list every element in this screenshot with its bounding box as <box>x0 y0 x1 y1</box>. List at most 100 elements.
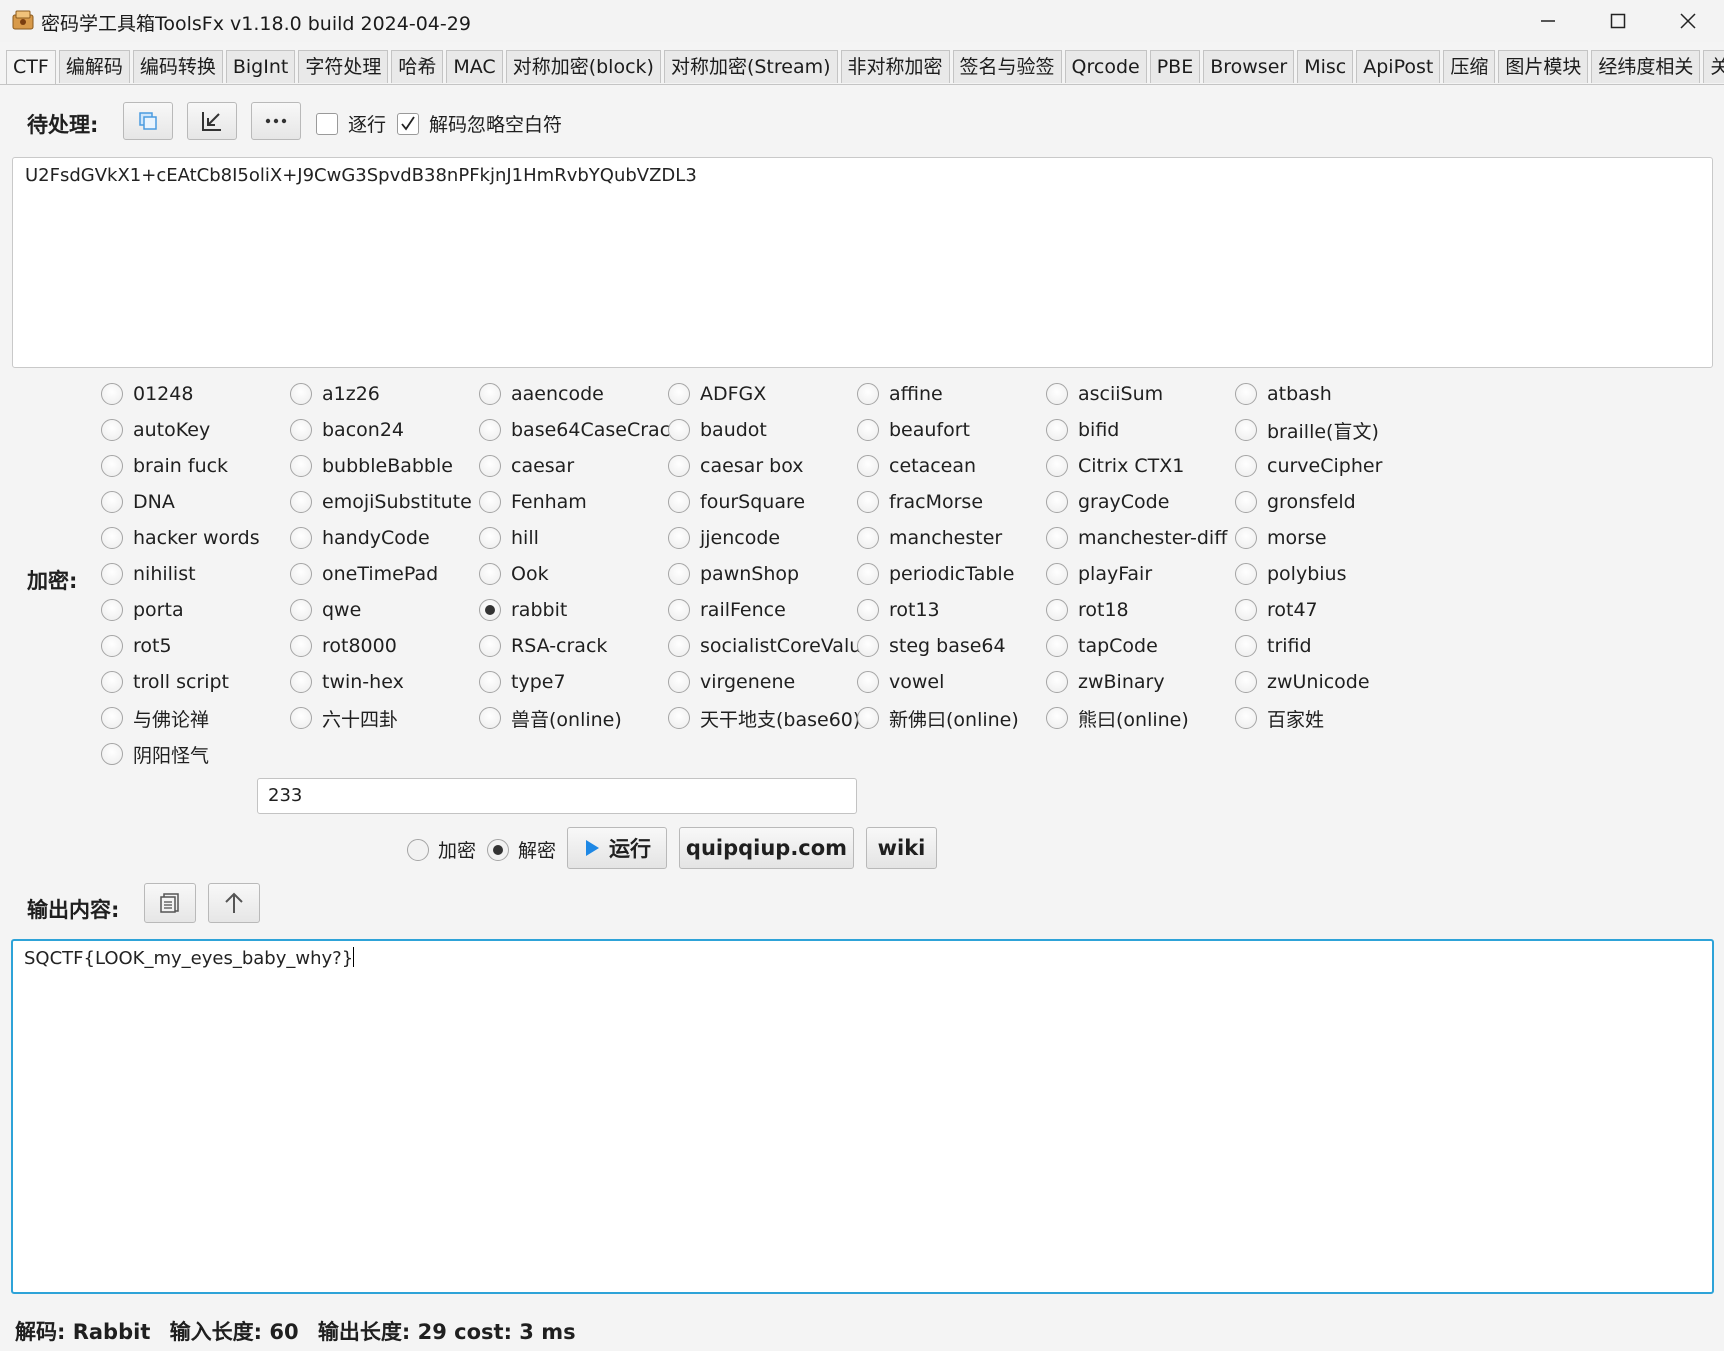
cipher-option[interactable]: steg base64 <box>857 628 1046 664</box>
cipher-option[interactable]: 01248 <box>101 376 290 412</box>
encrypt-radio[interactable]: 加密 <box>407 836 476 863</box>
cipher-option[interactable]: Citrix CTX1 <box>1046 448 1235 484</box>
close-button[interactable] <box>1653 0 1723 42</box>
cipher-option[interactable]: troll script <box>101 664 290 700</box>
cipher-option[interactable]: 天干地支(base60) <box>668 700 860 736</box>
cipher-option[interactable]: periodicTable <box>857 556 1046 592</box>
cipher-option[interactable]: hill <box>479 520 668 556</box>
more-button[interactable] <box>251 102 301 140</box>
tab-item[interactable]: 经纬度相关 <box>1591 50 1701 83</box>
cipher-option[interactable]: rot13 <box>857 592 1046 628</box>
cipher-option[interactable]: DNA <box>101 484 290 520</box>
cipher-option[interactable]: 熊曰(online) <box>1046 700 1235 736</box>
output-textarea[interactable]: SQCTF{LOOK_my_eyes_baby_why?} <box>11 939 1714 1294</box>
cipher-option[interactable]: jjencode <box>668 520 857 556</box>
cipher-option[interactable]: tapCode <box>1046 628 1235 664</box>
cipher-option[interactable]: grayCode <box>1046 484 1235 520</box>
cipher-option[interactable]: hacker words <box>101 520 290 556</box>
cipher-option[interactable]: bifid <box>1046 412 1235 448</box>
cipher-option[interactable]: rabbit <box>479 592 668 628</box>
cipher-option[interactable]: affine <box>857 376 1046 412</box>
cipher-option[interactable]: 阴阳怪气 <box>101 736 290 772</box>
cipher-option[interactable]: Fenham <box>479 484 668 520</box>
ignore-whitespace-checkbox[interactable]: 解码忽略空白符 <box>397 110 562 137</box>
cipher-option[interactable]: caesar box <box>668 448 857 484</box>
cipher-option[interactable]: pawnShop <box>668 556 857 592</box>
tab-item[interactable]: 签名与验签 <box>952 50 1062 83</box>
import-button[interactable] <box>187 102 237 140</box>
cipher-option[interactable]: braille(盲文) <box>1235 412 1424 448</box>
cipher-option[interactable]: 兽音(online) <box>479 700 668 736</box>
cipher-option[interactable]: socialistCoreValue <box>668 628 873 664</box>
cipher-option[interactable]: RSA-crack <box>479 628 668 664</box>
cipher-option[interactable]: aaencode <box>479 376 668 412</box>
key-input[interactable]: 233 <box>257 778 857 814</box>
cipher-option[interactable]: atbash <box>1235 376 1424 412</box>
cipher-option[interactable]: zwBinary <box>1046 664 1235 700</box>
cipher-option[interactable]: 六十四卦 <box>290 700 479 736</box>
cipher-option[interactable]: 百家姓 <box>1235 700 1424 736</box>
cipher-option[interactable]: virgenene <box>668 664 857 700</box>
tab-item[interactable]: 图片模块 <box>1498 50 1589 83</box>
cipher-option[interactable]: a1z26 <box>290 376 479 412</box>
cipher-option[interactable]: zwUnicode <box>1235 664 1424 700</box>
cipher-option[interactable]: 与佛论禅 <box>101 700 290 736</box>
cipher-option[interactable]: type7 <box>479 664 668 700</box>
cipher-option[interactable]: trifid <box>1235 628 1424 664</box>
cipher-option[interactable]: caesar <box>479 448 668 484</box>
wiki-button[interactable]: wiki <box>866 827 937 869</box>
cipher-option[interactable]: emojiSubstitute <box>290 484 479 520</box>
cipher-option[interactable]: autoKey <box>101 412 290 448</box>
cipher-option[interactable]: vowel <box>857 664 1046 700</box>
cipher-option[interactable]: brain fuck <box>101 448 290 484</box>
decrypt-radio[interactable]: 解密 <box>487 836 556 863</box>
tab-item[interactable]: Misc <box>1297 50 1354 83</box>
tab-item[interactable]: PBE <box>1149 50 1201 83</box>
cipher-option[interactable]: oneTimePad <box>290 556 479 592</box>
cipher-option[interactable]: railFence <box>668 592 857 628</box>
cipher-option[interactable]: beaufort <box>857 412 1046 448</box>
cipher-option[interactable]: bacon24 <box>290 412 479 448</box>
copy-button[interactable] <box>123 102 173 140</box>
copy-output-button[interactable] <box>144 883 196 923</box>
cipher-option[interactable]: manchester-diff <box>1046 520 1235 556</box>
cipher-option[interactable]: twin-hex <box>290 664 479 700</box>
cipher-option[interactable]: morse <box>1235 520 1424 556</box>
cipher-option[interactable]: manchester <box>857 520 1046 556</box>
maximize-button[interactable] <box>1583 0 1653 42</box>
tab-item[interactable]: 字符处理 <box>298 50 389 83</box>
cipher-option[interactable]: handyCode <box>290 520 479 556</box>
tab-item[interactable]: 对称加密(Stream) <box>663 50 838 83</box>
tab-item[interactable]: 对称加密(block) <box>505 50 661 83</box>
tab-item[interactable]: 编码转换 <box>132 50 223 83</box>
cipher-option[interactable]: curveCipher <box>1235 448 1424 484</box>
tab-item[interactable]: 关于 <box>1703 50 1724 83</box>
tab-item[interactable]: Qrcode <box>1064 50 1147 83</box>
cipher-option[interactable]: ADFGX <box>668 376 857 412</box>
cipher-option[interactable]: rot47 <box>1235 592 1424 628</box>
cipher-option[interactable]: qwe <box>290 592 479 628</box>
cipher-option[interactable]: fourSquare <box>668 484 857 520</box>
tab-item[interactable]: ApiPost <box>1356 50 1441 83</box>
cipher-option[interactable]: rot18 <box>1046 592 1235 628</box>
tab-item[interactable]: 编解码 <box>58 50 130 83</box>
tab-item[interactable]: BigInt <box>225 50 296 83</box>
cipher-option[interactable]: polybius <box>1235 556 1424 592</box>
cipher-option[interactable]: fracMorse <box>857 484 1046 520</box>
cipher-option[interactable]: asciiSum <box>1046 376 1235 412</box>
input-textarea[interactable]: U2FsdGVkX1+cEAtCb8I5oliX+J9CwG3SpvdB38nP… <box>12 157 1713 368</box>
cipher-option[interactable]: base64CaseCrack <box>479 412 681 448</box>
cipher-option[interactable]: 新佛曰(online) <box>857 700 1046 736</box>
minimize-button[interactable] <box>1513 0 1583 42</box>
cipher-option[interactable]: rot5 <box>101 628 290 664</box>
cipher-option[interactable]: gronsfeld <box>1235 484 1424 520</box>
tab-item[interactable]: CTF <box>6 50 56 85</box>
cipher-option[interactable]: nihilist <box>101 556 290 592</box>
cipher-option[interactable]: cetacean <box>857 448 1046 484</box>
tab-item[interactable]: Browser <box>1203 50 1295 83</box>
cipher-option[interactable]: Ook <box>479 556 668 592</box>
quipqiup-button[interactable]: quipqiup.com <box>679 827 854 869</box>
cipher-option[interactable]: playFair <box>1046 556 1235 592</box>
tab-item[interactable]: 哈希 <box>391 50 444 83</box>
tab-item[interactable]: 非对称加密 <box>840 50 950 83</box>
